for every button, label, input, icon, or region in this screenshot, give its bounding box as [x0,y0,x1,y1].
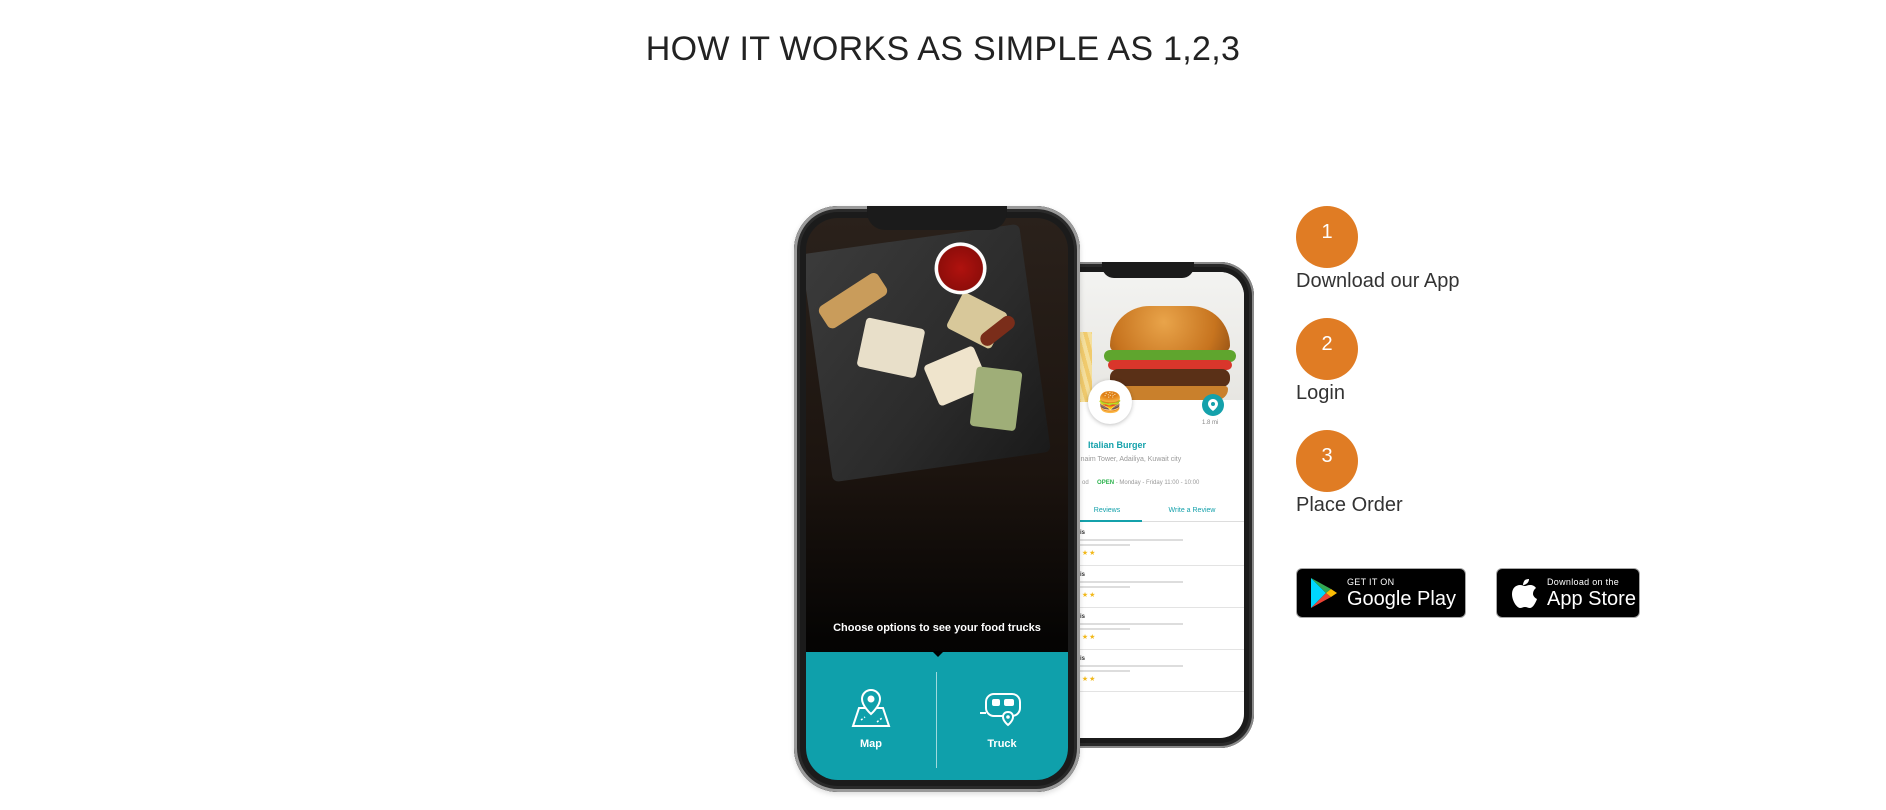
truck-option-label: Truck [987,738,1017,750]
tab-write-review: Write a Review [1168,507,1216,514]
review-item: en Denis ★★★★★ [1052,652,1244,692]
step-label: Place Order [1296,494,1403,516]
options-bar: Map Truck [806,651,1068,780]
restaurant-hours: od OPEN - Monday - Friday 11:00 - 10:00 [1082,480,1199,486]
step-number-badge: 1 [1296,206,1358,268]
hours-prefix: od [1082,480,1089,486]
burger-logo-icon: 🍔 [1088,380,1132,424]
google-play-icon [1307,576,1341,610]
app-store-small-text: Download on the [1547,576,1620,587]
step-number-badge: 2 [1296,318,1358,380]
phone-mockup-front: Choose options to see your food trucks M… [794,206,1080,792]
step-number-badge: 3 [1296,430,1358,492]
phone-notch [867,206,1007,230]
hours-text: - Monday - Friday 11:00 - 10:00 [1114,480,1200,486]
app-store-big-text: App Store [1547,587,1636,610]
step-label: Login [1296,382,1345,404]
step-2: 2 Login [1296,318,1358,405]
step-1: 1 Download our App [1296,206,1459,293]
phone-notch [1102,262,1194,278]
burger-image [1052,272,1244,402]
food-platter-image [806,223,1051,483]
step-3: 3 Place Order [1296,430,1403,517]
review-item: en Denis ★★★★★ [1052,526,1244,566]
map-option-label: Map [860,738,882,750]
review-item: en Denis ★★★★★ [1052,610,1244,650]
google-play-small-text: GET IT ON [1347,576,1395,587]
truck-option[interactable]: Truck [937,686,1067,750]
tab-reviews: Reviews [1072,504,1142,522]
choose-options-text: Choose options to see your food trucks [833,622,1041,634]
map-pin-icon [851,688,891,727]
distance-text: 1.8 mi [1202,420,1219,426]
apple-icon [1507,576,1541,610]
open-status: OPEN [1097,480,1115,486]
google-play-big-text: Google Play [1347,587,1456,610]
google-play-badge[interactable]: GET IT ON Google Play [1296,568,1466,618]
location-pin-icon [1202,394,1224,416]
step-label: Download our App [1296,270,1460,292]
map-option[interactable]: Map [806,686,936,750]
section-title: HOW IT WORKS AS SIMPLE AS 1,2,3 [645,30,1241,68]
phone-screen-restaurant: 🍔 1.8 mi Italian Burger hunaim Tower, Ad… [1052,272,1244,738]
app-store-badge[interactable]: Download on the App Store [1496,568,1640,618]
food-truck-icon [980,693,1021,727]
review-tabs: Reviews Write a Review [1052,504,1244,522]
review-item: en Denis ★★★★★ [1052,568,1244,608]
phone-screen-options: Choose options to see your food trucks M… [806,218,1068,780]
